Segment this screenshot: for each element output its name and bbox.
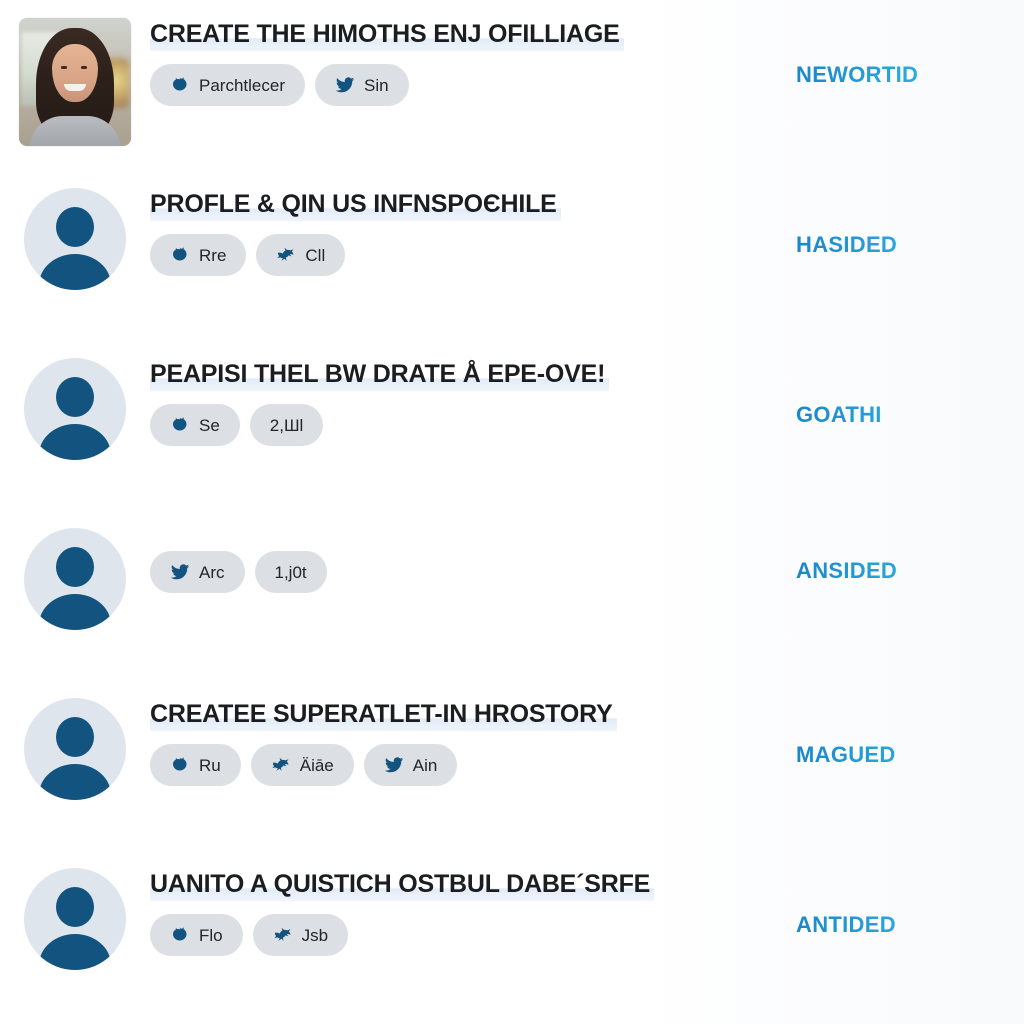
feed-chip[interactable]: 1,j0t bbox=[254, 551, 327, 593]
placeholder-shoulders bbox=[39, 764, 111, 800]
feed-chip-label: Arc bbox=[199, 562, 225, 582]
status-badge[interactable]: ANSIDED bbox=[796, 510, 1024, 584]
feed-chip-label: Sin bbox=[363, 75, 389, 95]
feed-content: Arc 1,j0t bbox=[150, 510, 796, 593]
feed-title[interactable]: UANITO A QUISTICH OSTBUL DABE´SRFE bbox=[150, 870, 655, 901]
status-badge[interactable]: NEWORTID bbox=[796, 0, 1024, 88]
feed-content: UANITO A QUISTICH OSTBUL DABE´SRFE Flo Jsb bbox=[150, 850, 796, 956]
avatar bbox=[0, 850, 150, 970]
twitter-bird-icon bbox=[170, 562, 190, 582]
feed-chip[interactable]: Jsb bbox=[252, 914, 349, 956]
avatar-photo[interactable] bbox=[19, 18, 131, 146]
feed-chip[interactable]: Arc bbox=[150, 551, 245, 593]
bird-blob-icon bbox=[170, 75, 190, 95]
feed-chip-group: Se 2,Шl bbox=[150, 404, 796, 446]
feed-chip-label: Parchtlecer bbox=[199, 75, 285, 95]
avatar bbox=[0, 680, 150, 800]
avatar bbox=[0, 340, 150, 460]
bird-blob-icon bbox=[170, 925, 190, 945]
feed-content: PROFLE & QIN US INFNSPOЄHILE Rre Cll bbox=[150, 170, 796, 276]
person-placeholder-icon[interactable] bbox=[24, 868, 126, 970]
page-root: CREATE THE HIMOTHS ENJ OFILLIAGE Parchtle… bbox=[0, 0, 1024, 1024]
person-placeholder-icon[interactable] bbox=[24, 188, 126, 290]
feed-chip-group: Arc 1,j0t bbox=[150, 551, 796, 593]
feed-chip-label: 1,j0t bbox=[274, 562, 307, 582]
bird-blob-icon bbox=[170, 245, 190, 265]
feed-chip[interactable]: Cll bbox=[256, 234, 346, 276]
feed-chip[interactable]: Ru bbox=[150, 744, 241, 786]
person-placeholder-icon[interactable] bbox=[24, 528, 126, 630]
twitter-bird-icon bbox=[384, 755, 404, 775]
feed-row[interactable]: CREATEE SUPERATLET-IN HROSTORY Ru Äiāe Ain M… bbox=[0, 680, 1024, 850]
feed-chip[interactable]: Äiāe bbox=[250, 744, 354, 786]
feed-chip[interactable]: Parchtlecer bbox=[150, 64, 305, 106]
feed-content: PEAPISI THEL BW DRATE Å EPE-OVE! Se 2,Шl bbox=[150, 340, 796, 446]
feed-title[interactable]: PROFLE & QIN US INFNSPOЄHILE bbox=[150, 190, 561, 221]
feed-chip-group: Flo Jsb bbox=[150, 914, 796, 956]
feed-title[interactable]: CREATEE SUPERATLET-IN HROSTORY bbox=[150, 700, 617, 731]
flying-bird-icon bbox=[276, 245, 296, 265]
feed-chip-label: Ain bbox=[412, 755, 438, 775]
placeholder-head bbox=[56, 377, 94, 417]
feed-row[interactable]: CREATE THE HIMOTHS ENJ OFILLIAGE Parchtle… bbox=[0, 0, 1024, 170]
feed-chip-label: Jsb bbox=[301, 925, 329, 945]
bird-blob-icon bbox=[170, 415, 190, 435]
placeholder-head bbox=[56, 887, 94, 927]
avatar bbox=[0, 170, 150, 290]
feed-chip-label: Ru bbox=[199, 755, 221, 775]
person-placeholder-icon[interactable] bbox=[24, 698, 126, 800]
placeholder-shoulders bbox=[39, 424, 111, 460]
feed-chip-label: Flo bbox=[199, 925, 223, 945]
placeholder-shoulders bbox=[39, 934, 111, 970]
feed-row[interactable]: PROFLE & QIN US INFNSPOЄHILE Rre Cll HASIDE… bbox=[0, 170, 1024, 340]
feed-chip-group: Ru Äiāe Ain bbox=[150, 744, 796, 786]
feed-chip-label: Rre bbox=[199, 245, 227, 265]
placeholder-shoulders bbox=[39, 594, 111, 630]
placeholder-head bbox=[56, 547, 94, 587]
person-placeholder-icon[interactable] bbox=[24, 358, 126, 460]
feed-chip[interactable]: Rre bbox=[150, 234, 247, 276]
status-badge[interactable]: HASIDED bbox=[796, 170, 1024, 258]
feed-chip-label: Se bbox=[199, 415, 220, 435]
feed-chip-label: Äiāe bbox=[299, 755, 334, 775]
avatar bbox=[0, 0, 150, 146]
feed-row[interactable]: PEAPISI THEL BW DRATE Å EPE-OVE! Se 2,Шl GO… bbox=[0, 340, 1024, 510]
feed-row[interactable]: UANITO A QUISTICH OSTBUL DABE´SRFE Flo Jsb… bbox=[0, 850, 1024, 1014]
feed-title[interactable]: PEAPISI THEL BW DRATE Å EPE-OVE! bbox=[150, 360, 610, 391]
feed-chip[interactable]: Ain bbox=[363, 744, 458, 786]
flying-bird-icon bbox=[273, 925, 293, 945]
avatar-photo-eye-right bbox=[81, 66, 87, 69]
placeholder-head bbox=[56, 207, 94, 247]
feed-list: CREATE THE HIMOTHS ENJ OFILLIAGE Parchtle… bbox=[0, 0, 1024, 1014]
feed-chip[interactable]: Sin bbox=[314, 64, 409, 106]
feed-content: CREATEE SUPERATLET-IN HROSTORY Ru Äiāe Ain bbox=[150, 680, 796, 786]
feed-chip-group: Rre Cll bbox=[150, 234, 796, 276]
feed-title[interactable]: CREATE THE HIMOTHS ENJ OFILLIAGE bbox=[150, 20, 624, 51]
feed-chip-label: 2,Шl bbox=[269, 415, 304, 435]
flying-bird-icon bbox=[271, 755, 291, 775]
feed-chip[interactable]: 2,Шl bbox=[249, 404, 324, 446]
avatar-photo-smile bbox=[64, 84, 86, 91]
feed-row[interactable]: Arc 1,j0t ANSIDED bbox=[0, 510, 1024, 680]
bird-blob-icon bbox=[170, 755, 190, 775]
feed-chip[interactable]: Flo bbox=[150, 914, 243, 956]
feed-chip[interactable]: Se bbox=[150, 404, 240, 446]
avatar bbox=[0, 510, 150, 630]
feed-chip-group: Parchtlecer Sin bbox=[150, 64, 796, 106]
placeholder-shoulders bbox=[39, 254, 111, 290]
status-badge[interactable]: ANTIDED bbox=[796, 850, 1024, 938]
twitter-bird-icon bbox=[335, 75, 355, 95]
placeholder-head bbox=[56, 717, 94, 757]
status-badge[interactable]: GOATHI bbox=[796, 340, 1024, 428]
feed-chip-label: Cll bbox=[305, 245, 326, 265]
status-badge[interactable]: MAGUED bbox=[796, 680, 1024, 768]
avatar-photo-eye-left bbox=[61, 66, 67, 69]
feed-content: CREATE THE HIMOTHS ENJ OFILLIAGE Parchtle… bbox=[150, 0, 796, 106]
